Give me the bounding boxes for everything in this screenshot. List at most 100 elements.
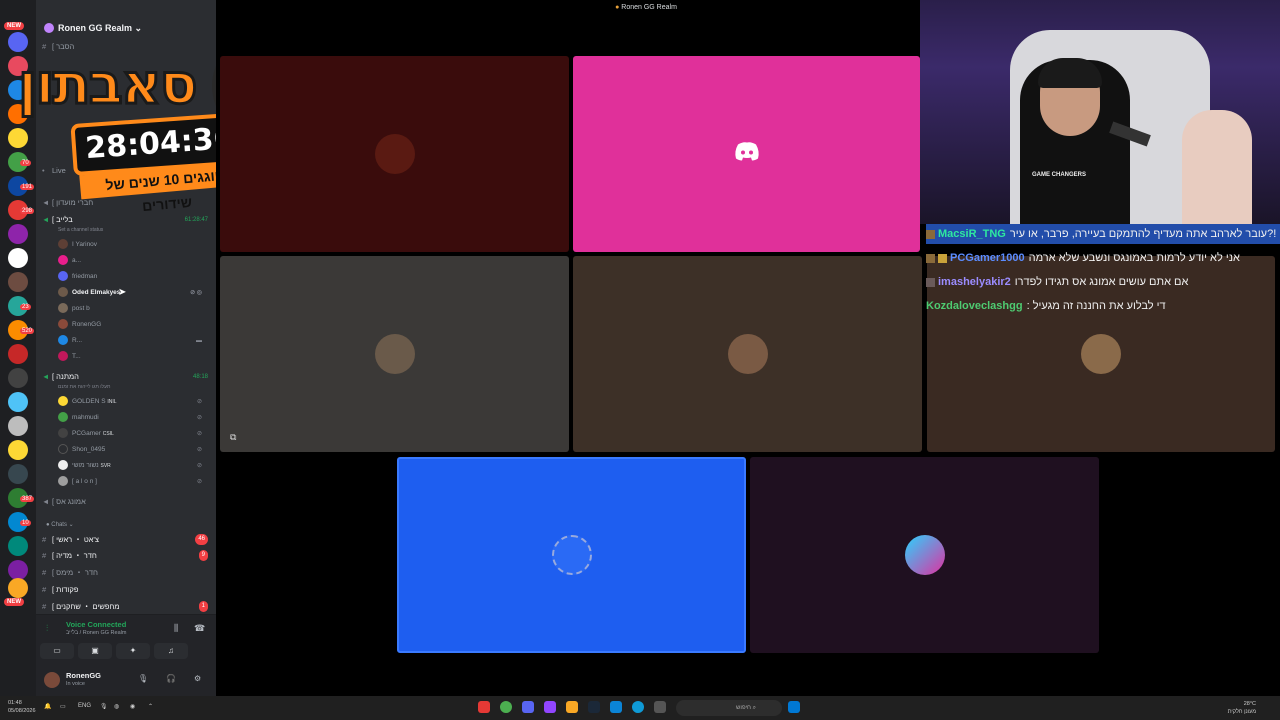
voice-member[interactable]: Oded Elmakyes ⊘ ◎ [58, 286, 208, 300]
video-tile[interactable] [397, 457, 746, 653]
text-channel[interactable]: # [ צ'אט ・ ראשי 46 [42, 533, 212, 547]
voice-member[interactable]: נשור מושי SVR ⊘ [58, 459, 208, 473]
headset-icon[interactable] [544, 701, 556, 713]
subscriber-badge-icon [926, 229, 935, 239]
text-channel[interactable]: # [ חדר ・ מימס [42, 566, 212, 580]
app-icon[interactable] [654, 701, 666, 713]
avatar [58, 428, 68, 439]
voice-channel[interactable]: ◄[ המתנה [42, 370, 212, 384]
voice-member[interactable]: a... [58, 254, 208, 268]
server-icon[interactable] [8, 464, 28, 484]
soundboard-button[interactable]: ♫ [154, 643, 188, 659]
server-icon[interactable] [8, 440, 28, 460]
channel-status[interactable]: תעלו תגו לייהוח את זמנם [58, 384, 110, 390]
speaker-icon: ◄ [42, 215, 50, 224]
camera-button[interactable]: ▭ [40, 643, 74, 659]
weather-widget[interactable]: 28°C מעונן חלקית [1216, 700, 1256, 716]
member-name: R... [72, 337, 83, 344]
windows-start-icon[interactable] [788, 701, 800, 713]
bell-icon[interactable]: 🔔 [44, 703, 51, 710]
screen-share-button[interactable]: ▣ [78, 643, 112, 659]
voice-member[interactable]: PCGamer CSIL ⊘ [58, 427, 208, 441]
voice-member[interactable]: [ a l o n ] ⊘ [58, 475, 208, 489]
voice-member[interactable]: I Yarinov [58, 238, 208, 252]
server-icon[interactable] [8, 392, 28, 412]
video-tile[interactable] [220, 56, 569, 252]
voice-member[interactable]: Shon_0495 ⊘ [58, 443, 208, 457]
noise-suppression-icon[interactable]: ⫼ [174, 623, 178, 634]
voice-member[interactable]: mahmudi ⊘ [58, 411, 208, 425]
voice-channel[interactable]: ◄[ אמונג אס [42, 495, 212, 509]
edge-icon[interactable] [632, 701, 644, 713]
server-icon[interactable] [8, 344, 28, 364]
server-icon[interactable] [8, 224, 28, 244]
chat-text: אני לא יודע לרמות באמונגס ונשבע שלא ארמה [1028, 252, 1240, 264]
popout-icon[interactable]: ⧉ [230, 432, 236, 443]
stream-chat: MacsiR_TNG עובר לארהב אתה מעדיף להתמקם בע… [920, 224, 1280, 454]
channel-label: [ צ'אט ・ ראשי [52, 535, 99, 544]
voice-member[interactable]: GOLDEN S INIL ⊘ [58, 395, 208, 409]
voice-member[interactable]: R... ▬ [58, 334, 208, 348]
search-box[interactable]: חיפוש ⌕ [676, 700, 782, 716]
video-tile[interactable] [750, 457, 1099, 653]
discord-icon[interactable] [522, 701, 534, 713]
server-icon[interactable] [8, 272, 28, 292]
microphone-icon[interactable]: 🎙 [138, 674, 148, 683]
video-tile[interactable] [573, 56, 920, 252]
category-header[interactable]: ● Chats ⌄ [46, 521, 74, 528]
mention-badge: 520 [20, 328, 35, 334]
member-name: Oded Elmakyes [72, 289, 121, 296]
activities-button[interactable]: ✦ [116, 643, 150, 659]
clock[interactable]: 01:48 05/08/2026 [8, 699, 36, 715]
new-badge: NEW [4, 598, 24, 606]
chrome-icon[interactable] [500, 701, 512, 713]
chat-message: Kozdaloveclashgg: די לבלוע את החננה זה מ… [926, 296, 1280, 316]
weather-desc: מעונן חלקית [1227, 709, 1256, 715]
mention-badge: 387 [20, 496, 35, 502]
text-channel[interactable]: # [ חדר ・ מדיה 9 [42, 549, 212, 563]
category-label: Chats [51, 522, 67, 528]
server-icon[interactable] [8, 536, 28, 556]
obs-icon[interactable]: ◉ [130, 703, 135, 710]
language-indicator[interactable]: ENG [78, 703, 91, 709]
video-tile[interactable]: ⧉ [220, 256, 569, 452]
chevron-up-icon[interactable]: ⌃ [148, 703, 153, 710]
gear-icon[interactable]: ⚙ [194, 674, 201, 683]
server-icon[interactable] [8, 416, 28, 436]
voice-member[interactable]: RonenGG [58, 318, 208, 332]
chat-message: PCGamer1000 אני לא יודע לרמות באמונגס ונש… [926, 248, 1280, 268]
voice-member[interactable]: friedman [58, 270, 208, 284]
search-placeholder: חיפוש [736, 705, 751, 711]
mention-badge: 298 [20, 208, 35, 214]
folder-icon[interactable] [566, 701, 578, 713]
member-name: [ a l o n ] [72, 478, 97, 485]
chat-text: אם אתם עושים אמונג אס תגידו לפדרו [1014, 276, 1189, 288]
avatar[interactable] [44, 672, 60, 688]
hash-icon: # [42, 585, 47, 594]
video-tile[interactable] [573, 256, 922, 452]
voice-member[interactable]: post b [58, 302, 208, 316]
app-icon[interactable] [610, 701, 622, 713]
server-icon[interactable] [8, 248, 28, 268]
server-icon[interactable] [8, 368, 28, 388]
headphones-icon[interactable]: 🎧 [166, 674, 176, 683]
text-channel[interactable]: # [ פקודות [42, 583, 212, 597]
screen: NEW 70 191 298 23 520 387 10 NEW Ronen G… [0, 0, 1280, 720]
server-icon[interactable] [8, 560, 28, 580]
voice-channel-name[interactable]: בלייב / Ronen GG Realm [66, 630, 126, 636]
display-icon[interactable]: ▭ [60, 703, 66, 710]
subscriber-badge-icon [926, 277, 935, 287]
avatar [58, 335, 68, 346]
channel-status[interactable]: Set a channel status [58, 227, 103, 233]
signal-icon[interactable]: ⫶ [46, 623, 48, 634]
webcam-feed: GAME CHANGERS [920, 0, 1280, 224]
steam-icon[interactable] [588, 701, 600, 713]
network-icon[interactable]: ◍ [114, 703, 119, 710]
user-name[interactable]: RonenGG [66, 671, 101, 680]
disconnect-icon[interactable]: ☎ [194, 623, 205, 634]
voice-member[interactable]: T... [58, 350, 208, 364]
server-icon[interactable] [8, 578, 28, 598]
app-icon[interactable] [478, 701, 490, 713]
microphone-icon[interactable]: 🎙 [100, 703, 108, 710]
text-channel[interactable]: # [ מחפשים ・ שחקנים 1 [42, 600, 212, 614]
